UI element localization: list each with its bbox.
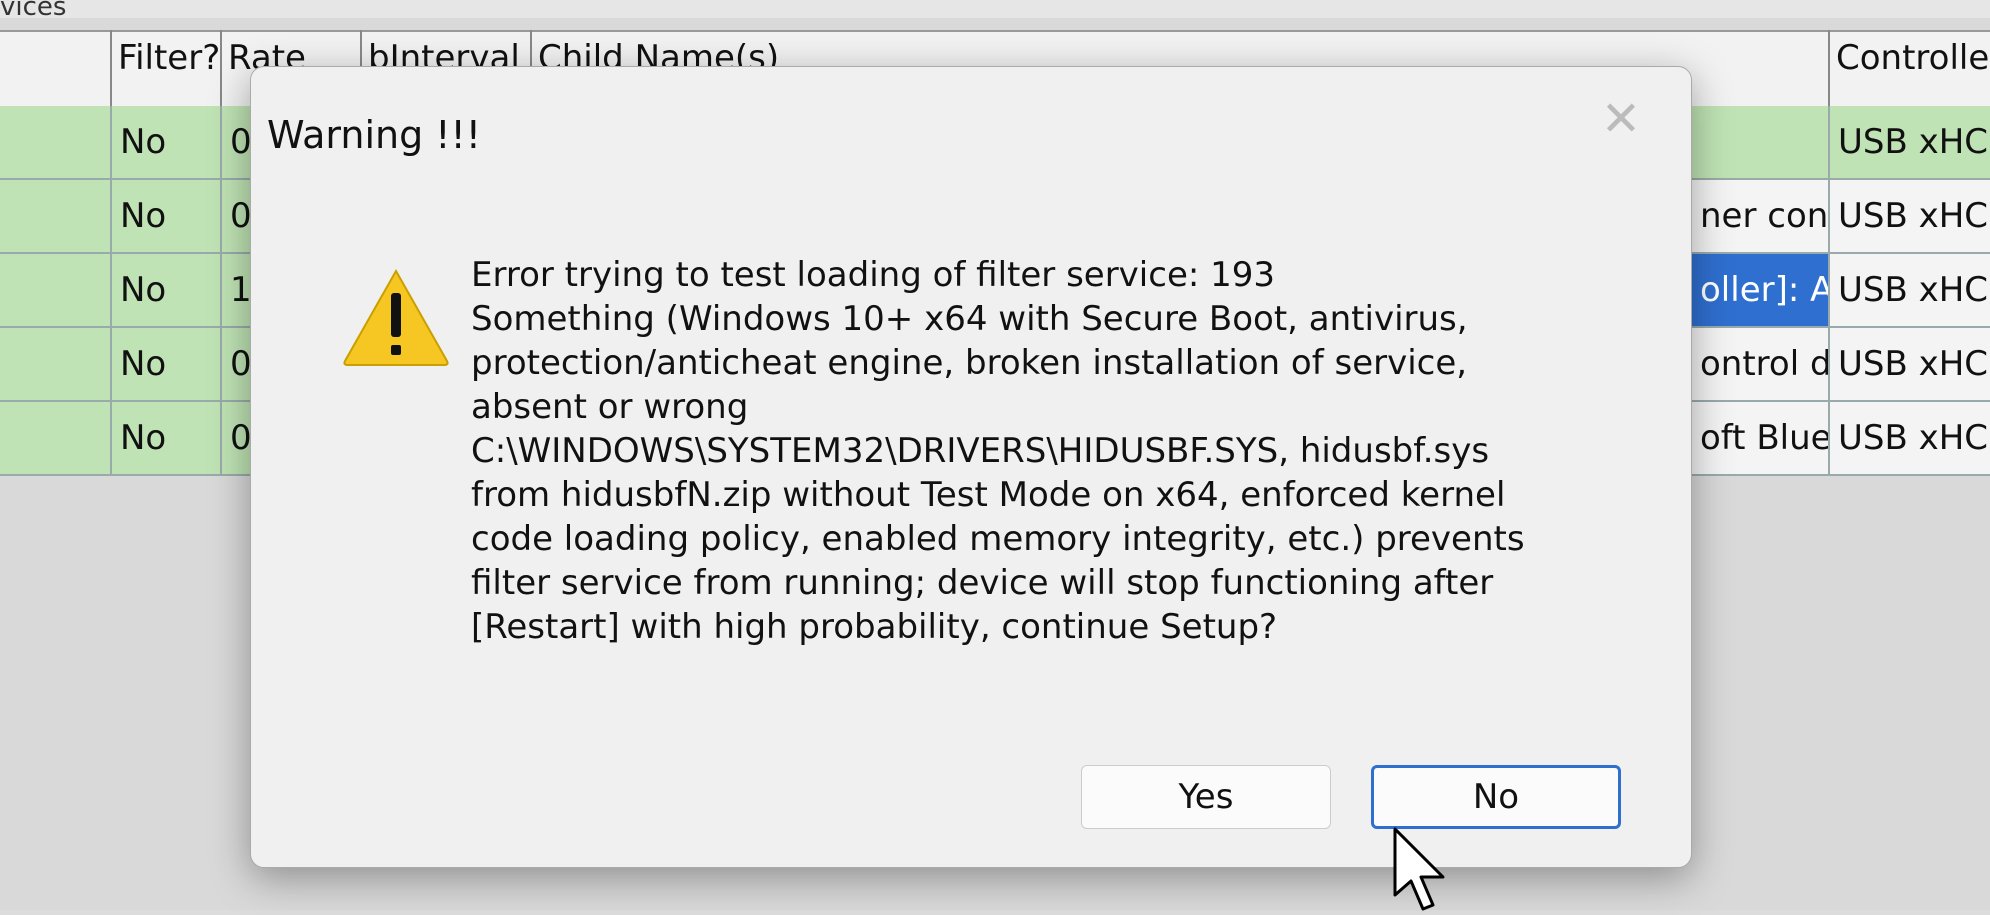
row-spacer [0, 328, 110, 400]
cell-filter: No [110, 106, 220, 178]
cell-child-names-selected: oller]: Al [1690, 254, 1828, 326]
message-line: C:\WINDOWS\SYSTEM32\DRIVERS\HIDUSBF.SYS,… [471, 431, 1490, 471]
window-title-text: vices [0, 0, 67, 22]
row-spacer [0, 180, 110, 252]
cell-controller: USB xHC [1828, 106, 1990, 178]
cell-child-names [1690, 106, 1828, 178]
row-spacer [0, 254, 110, 326]
cell-child-names: oft Bluel [1690, 402, 1828, 474]
message-line: protection/anticheat engine, broken inst… [471, 343, 1468, 383]
cell-controller: USB xHC [1828, 328, 1990, 400]
message-line: filter service from running; device will… [471, 563, 1494, 603]
message-line: Something (Windows 10+ x64 with Secure B… [471, 299, 1468, 339]
cell-filter: No [110, 328, 220, 400]
cell-filter: No [110, 254, 220, 326]
column-header-controller[interactable]: Controller [1828, 30, 1990, 106]
cell-filter: No [110, 402, 220, 474]
mouse-pointer-icon [1393, 827, 1445, 911]
cell-child-names: ontrol d [1690, 328, 1828, 400]
dialog-message: Error trying to test loading of filter s… [471, 253, 1631, 649]
cell-controller: USB xHC [1828, 402, 1990, 474]
column-header-filter[interactable]: Filter? [110, 30, 220, 106]
cell-controller: USB xHC [1828, 180, 1990, 252]
cell-controller: USB xHC [1828, 254, 1990, 326]
message-line: from hidusbfN.zip without Test Mode on x… [471, 475, 1506, 515]
message-line: absent or wrong [471, 387, 749, 427]
cell-child-names: ner conl [1690, 180, 1828, 252]
warning-triangle-icon [343, 268, 449, 366]
message-line: Error trying to test loading of filter s… [471, 255, 1276, 295]
dialog-title: Warning !!! [267, 113, 482, 157]
cell-filter: No [110, 180, 220, 252]
row-spacer [0, 106, 110, 178]
warning-dialog: Warning !!! ✕ Error trying to test loadi… [250, 66, 1692, 911]
no-button[interactable]: No [1371, 765, 1621, 829]
message-line: code loading policy, enabled memory inte… [471, 519, 1525, 559]
background-window-title: vices [0, 0, 1990, 22]
message-line: [Restart] with high probability, continu… [471, 607, 1278, 647]
row-spacer [0, 402, 110, 474]
close-button[interactable]: ✕ [1591, 89, 1651, 149]
yes-button[interactable]: Yes [1081, 765, 1331, 829]
